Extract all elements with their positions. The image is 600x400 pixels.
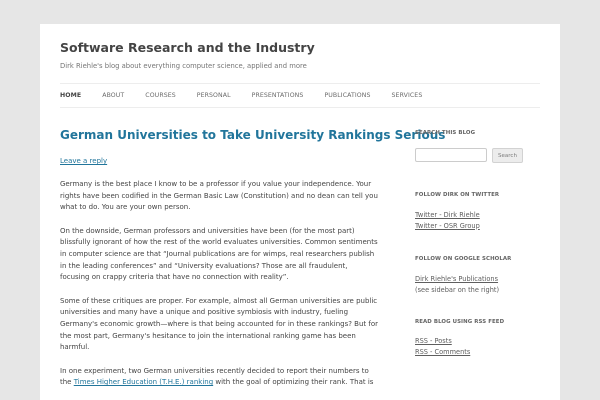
widget-title: FOLLOW DIRK ON TWITTER bbox=[415, 192, 500, 198]
post-paragraph: On the downside, German professors and u… bbox=[60, 226, 378, 282]
search-button[interactable]: Search bbox=[492, 148, 523, 163]
page-container: Software Research and the Industry Dirk … bbox=[40, 24, 560, 400]
search-widget: SEARCH THIS BLOG Search bbox=[415, 130, 545, 163]
nav-item-home[interactable]: HOME bbox=[60, 92, 81, 102]
twitter-osr-link[interactable]: Twitter - OSR Group bbox=[415, 221, 545, 232]
twitter-dirk-link[interactable]: Twitter - Dirk Riehle bbox=[415, 210, 545, 221]
rss-posts-link[interactable]: RSS - Posts bbox=[415, 336, 545, 347]
nav-item-publications[interactable]: PUBLICATIONS bbox=[324, 92, 370, 102]
rss-comments-link[interactable]: RSS - Comments bbox=[415, 347, 545, 358]
nav-divider-bottom bbox=[60, 107, 540, 108]
rss-widget: READ BLOG USING RSS FEED RSS - Posts RSS… bbox=[415, 319, 545, 357]
post-content: Germany is the best place I know to be a… bbox=[60, 179, 378, 400]
main-navigation: HOME ABOUT COURSES PERSONAL PRESENTATION… bbox=[60, 92, 443, 102]
sidebar: SEARCH THIS BLOG Search FOLLOW DIRK ON T… bbox=[415, 130, 545, 357]
site-title[interactable]: Software Research and the Industry bbox=[60, 40, 315, 55]
post-paragraph: In one experiment, two German universiti… bbox=[60, 366, 378, 389]
nav-item-personal[interactable]: PERSONAL bbox=[197, 92, 231, 102]
widget-title: FOLLOW ON GOOGLE SCHOLAR bbox=[415, 256, 512, 262]
nav-item-presentations[interactable]: PRESENTATIONS bbox=[252, 92, 304, 102]
scholar-note: (see sidebar on the right) bbox=[415, 285, 500, 294]
widget-title: READ BLOG USING RSS FEED bbox=[415, 319, 505, 325]
search-input[interactable] bbox=[415, 148, 487, 162]
post-title[interactable]: German Universities to Take University R… bbox=[60, 128, 445, 142]
scholar-publications-link[interactable]: Dirk Riehle's Publications bbox=[415, 274, 545, 285]
post-paragraph: Germany is the best place I know to be a… bbox=[60, 180, 378, 212]
the-ranking-link[interactable]: Times Higher Education (T.H.E.) ranking bbox=[74, 378, 213, 386]
nav-item-services[interactable]: SERVICES bbox=[392, 92, 423, 102]
paragraph-text: with the goal of optimizing their rank. … bbox=[213, 378, 374, 387]
post-paragraph: Some of these critiques are proper. For … bbox=[60, 296, 378, 352]
nav-item-courses[interactable]: COURSES bbox=[145, 92, 175, 102]
nav-item-about[interactable]: ABOUT bbox=[102, 92, 124, 102]
widget-title: SEARCH THIS BLOG bbox=[415, 130, 476, 136]
scholar-widget: FOLLOW ON GOOGLE SCHOLAR Dirk Riehle's P… bbox=[415, 256, 545, 295]
twitter-widget: FOLLOW DIRK ON TWITTER Twitter - Dirk Ri… bbox=[415, 192, 545, 231]
nav-divider-top bbox=[60, 83, 540, 84]
leave-reply-link[interactable]: Leave a reply bbox=[60, 157, 107, 165]
site-description: Dirk Riehle's blog about everything comp… bbox=[60, 62, 307, 70]
